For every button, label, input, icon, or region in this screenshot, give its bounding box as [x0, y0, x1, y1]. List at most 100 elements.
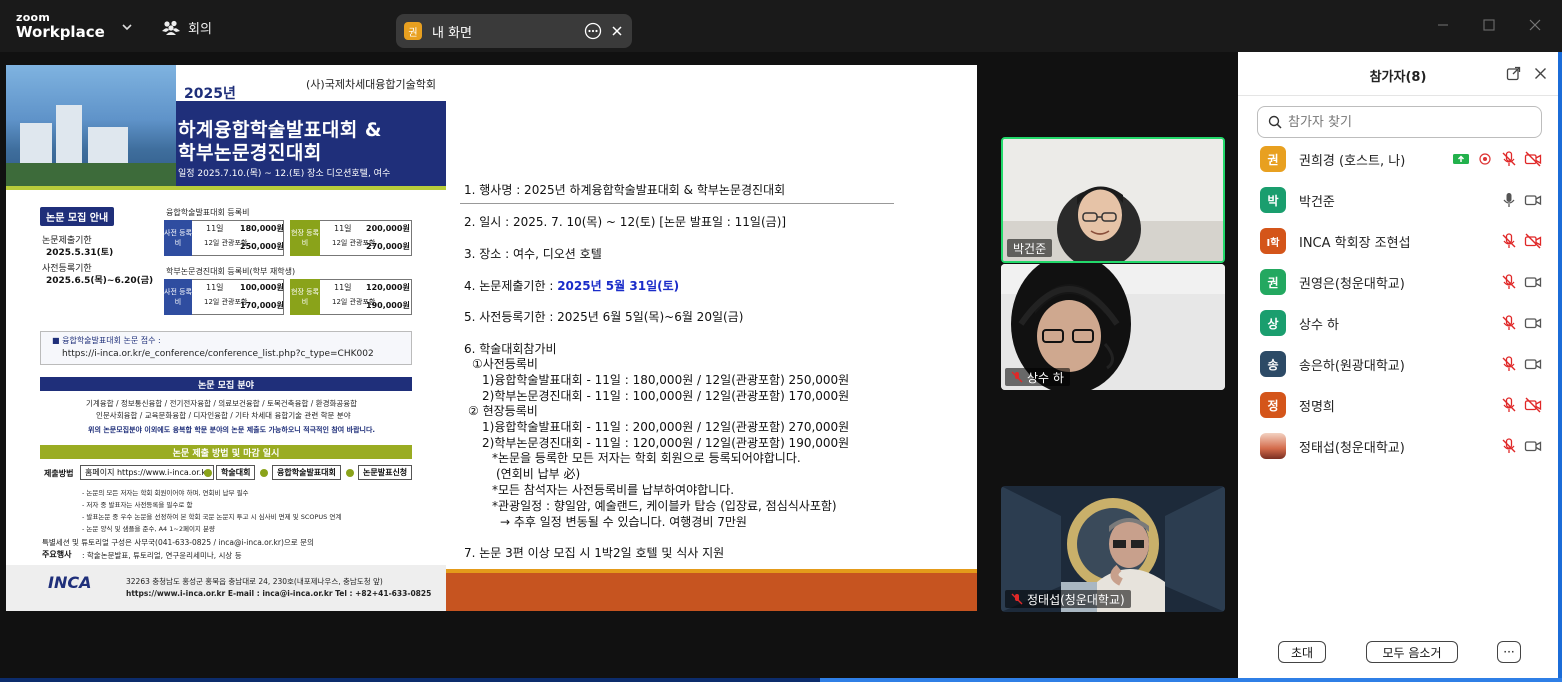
- participant-row[interactable]: 송 송은하(원광대학교): [1238, 347, 1558, 381]
- video-tile-3[interactable]: 정태섭(청운대학교): [1001, 486, 1225, 612]
- muted-mic-icon[interactable]: [1500, 355, 1518, 373]
- foot-address: 32263 충청남도 홍성군 홍북읍 충남대로 24, 230호(내포제나우스,…: [126, 577, 383, 586]
- muted-mic-icon[interactable]: [1500, 314, 1518, 332]
- share-avatar: 권: [404, 22, 422, 40]
- participant-name: 권희경 (호스트, 나): [1299, 153, 1406, 169]
- video-off-icon[interactable]: [1524, 232, 1542, 250]
- fee-pre-label: 사전 등록비: [164, 220, 192, 256]
- pop-out-icon[interactable]: [1506, 66, 1521, 81]
- notice-n1: *논문을 등록한 모든 저자는 학회 회원으로 등록되어야합니다.: [492, 451, 801, 465]
- muted-mic-icon[interactable]: [1500, 396, 1518, 414]
- poster-date: 일정 2025.7.10.(목) ~ 12.(토) 장소 디오션호텔, 여수: [178, 169, 391, 179]
- notice-6a1: 1)융합학술발표대회 - 11일 : 180,000원 / 12일(관광포함) …: [482, 373, 850, 387]
- participant-avatar: I학: [1260, 228, 1286, 254]
- muted-mic-icon[interactable]: [1500, 150, 1518, 168]
- video-name: 정태섭(청운대학교): [1027, 592, 1125, 607]
- sharing-screen-icon: [1453, 154, 1469, 164]
- poster-title-2: 학부논문경진대회: [178, 142, 322, 164]
- submit-label: ■ 융합학술발표대회 논문 접수 :: [52, 336, 161, 345]
- fee-b3: 120,000원: [366, 283, 410, 292]
- notice-n2: *모든 참석자는 사전등록비를 납부하여야합니다.: [492, 483, 735, 497]
- share-label: 내 화면: [432, 25, 473, 41]
- meeting-menu[interactable]: 회의: [162, 18, 212, 37]
- participant-row[interactable]: 권 권희경 (호스트, 나): [1238, 142, 1558, 176]
- participants-panel: 참가자(8) 권권희경 (호스트, 나)박박건준I학INCA 학회장 조현섭권권…: [1238, 52, 1558, 678]
- maximize-icon[interactable]: [1482, 18, 1496, 32]
- slide-footer-band: [446, 569, 977, 611]
- participant-avatar: 권: [1260, 269, 1286, 295]
- muted-mic-icon[interactable]: [1500, 232, 1518, 250]
- notice-n1b: (연회비 납부 必): [496, 467, 581, 481]
- field-line-1: 기계융합 / 정보통신융합 / 전기전자융합 / 의료보건융합 / 토목건축융합…: [86, 399, 358, 408]
- mic-icon[interactable]: [1500, 191, 1518, 209]
- notice-1: 1. 행사명 : 2025년 하계융합학술발표대회 & 학부논문경진대회: [464, 183, 786, 197]
- video-icon[interactable]: [1524, 437, 1542, 455]
- video-off-icon[interactable]: [1524, 396, 1542, 414]
- fee-a2: 250,000원: [240, 242, 284, 251]
- video-icon[interactable]: [1524, 191, 1542, 209]
- note-3: - 발표논문 중 우수 논문을 선정하여 본 학회 국문 논문지 투고 시 심사…: [82, 513, 342, 521]
- screen-share-indicator[interactable]: 권 내 화면: [396, 14, 632, 48]
- participant-row[interactable]: I학 INCA 학회장 조현섭: [1238, 224, 1558, 258]
- participant-avatar: 상: [1260, 310, 1286, 336]
- notice-2: 2. 일시 : 2025. 7. 10(목) ~ 12(토) [논문 발표일 :…: [464, 215, 787, 229]
- participant-row[interactable]: 박 박건준: [1238, 183, 1558, 217]
- search-icon: [1268, 115, 1282, 129]
- mute-all-button[interactable]: 모두 음소거: [1366, 641, 1458, 663]
- fee-day-11: 11일: [206, 224, 224, 233]
- people-icon: [162, 20, 180, 35]
- video-nameplate: 상수 하: [1005, 368, 1070, 386]
- fee-a3: 200,000원: [366, 224, 410, 233]
- field-line-2: 인문사회융합 / 교육문화융합 / 디자인융합 / 기타 차세대 융합기술 관련…: [96, 411, 351, 420]
- note-4: - 논문 양식 및 샘플을 준수, A4 1~2페이지 분량: [82, 525, 215, 533]
- invite-button[interactable]: 초대: [1278, 641, 1326, 663]
- more-options-icon[interactable]: [584, 22, 602, 40]
- minimize-icon[interactable]: [1436, 18, 1450, 32]
- video-tile-2[interactable]: 상수 하: [1001, 264, 1225, 390]
- participant-name: 정명희: [1299, 399, 1335, 415]
- notice-3: 3. 장소 : 여수, 디오션 호텔: [464, 247, 602, 261]
- fee-onsite-label: 현장 등록비: [290, 220, 320, 256]
- participant-row[interactable]: 정 정명희: [1238, 388, 1558, 422]
- window-close-icon[interactable]: [1528, 18, 1542, 32]
- chip-apply: 논문발표신청: [358, 465, 413, 480]
- participant-name: 박건준: [1299, 194, 1335, 210]
- video-icon[interactable]: [1524, 273, 1542, 291]
- zoom-logo[interactable]: zoom Workplace: [16, 12, 105, 40]
- video-off-icon[interactable]: [1524, 150, 1542, 168]
- poster-header: (사)국제차세대융합기술학회 2025년 하계융합학술발표대회 & 학부논문경진…: [6, 65, 446, 186]
- muted-mic-icon: [1011, 593, 1023, 605]
- fee-b2: 170,000원: [240, 301, 284, 310]
- more-button[interactable]: ···: [1497, 641, 1521, 663]
- recruit-badge: 논문 모집 안내: [40, 207, 115, 226]
- fee-day-11c: 11일: [206, 283, 224, 292]
- brand-top: zoom: [16, 11, 51, 24]
- chip-homepage: 홈페이지 https://www.i-inca.or.kr: [80, 465, 215, 480]
- search-input[interactable]: [1288, 114, 1528, 130]
- notice-4: 4. 논문제출기한 : 2025년 5월 31일(토): [464, 277, 679, 294]
- video-icon[interactable]: [1524, 314, 1542, 332]
- notice-4-date: 2025년 5월 31일(토): [557, 279, 680, 293]
- participant-name: 송은하(원광대학교): [1299, 358, 1405, 374]
- participant-search[interactable]: [1257, 106, 1542, 138]
- video-tile-speaker[interactable]: 박건준: [1001, 137, 1225, 263]
- brand-main: Workplace: [16, 23, 105, 41]
- close-panel-icon[interactable]: [1534, 67, 1547, 80]
- shared-screen[interactable]: (사)국제차세대융합기술학회 2025년 하계융합학술발표대회 & 학부논문경진…: [6, 65, 977, 611]
- participant-row[interactable]: 권 권영은(청운대학교): [1238, 265, 1558, 299]
- inca-logo: INCA: [48, 573, 92, 592]
- close-icon[interactable]: [610, 24, 624, 38]
- chevron-down-icon[interactable]: [120, 20, 134, 34]
- participant-row[interactable]: 상 상수 하: [1238, 306, 1558, 340]
- video-icon[interactable]: [1524, 355, 1542, 373]
- muted-mic-icon[interactable]: [1500, 437, 1518, 455]
- fee-b1: 100,000원: [240, 283, 284, 292]
- method-label: 제출방법: [44, 469, 74, 478]
- muted-mic-icon[interactable]: [1500, 273, 1518, 291]
- conference-poster: (사)국제차세대융합기술학회 2025년 하계융합학술발표대회 & 학부논문경진…: [6, 65, 446, 611]
- resort-photo: [6, 65, 176, 186]
- fee-a1: 180,000원: [240, 224, 284, 233]
- video-name: 상수 하: [1027, 370, 1064, 385]
- participant-avatar: 송: [1260, 351, 1286, 377]
- participant-row[interactable]: 정태섭(청운대학교): [1238, 429, 1558, 463]
